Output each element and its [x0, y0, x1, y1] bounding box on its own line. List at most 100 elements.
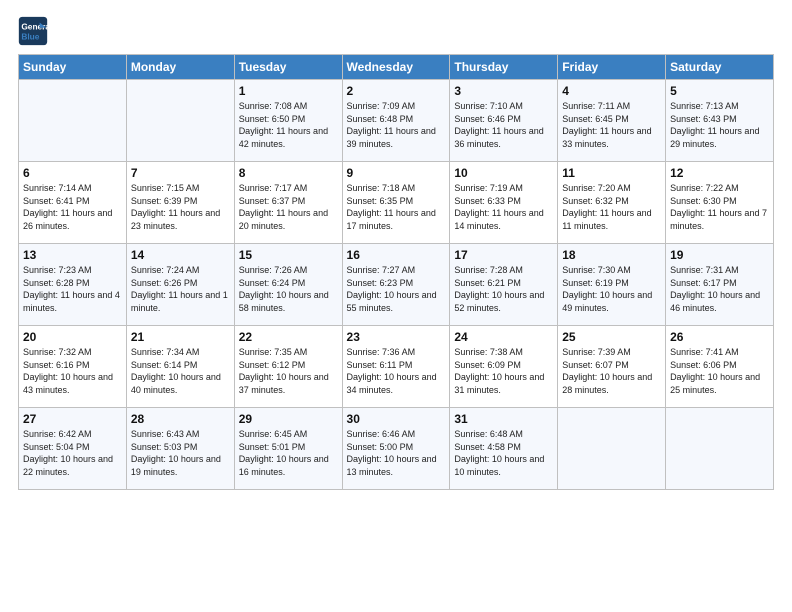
- cell-info: Sunset: 6:23 PM: [347, 277, 446, 290]
- cell-info: Sunrise: 7:34 AM: [131, 346, 230, 359]
- calendar-cell: 5Sunrise: 7:13 AMSunset: 6:43 PMDaylight…: [666, 80, 774, 162]
- cell-info: Daylight: 11 hours and 11 minutes.: [562, 207, 661, 232]
- cell-info: Sunrise: 7:10 AM: [454, 100, 553, 113]
- cell-info: Sunrise: 7:39 AM: [562, 346, 661, 359]
- cell-info: Sunrise: 6:42 AM: [23, 428, 122, 441]
- cell-info: Sunrise: 7:23 AM: [23, 264, 122, 277]
- day-number: 22: [239, 330, 338, 344]
- cell-info: Daylight: 11 hours and 36 minutes.: [454, 125, 553, 150]
- day-number: 7: [131, 166, 230, 180]
- cell-info: Sunset: 6:45 PM: [562, 113, 661, 126]
- day-number: 29: [239, 412, 338, 426]
- cell-info: Sunset: 5:00 PM: [347, 441, 446, 454]
- cell-info: Sunrise: 6:43 AM: [131, 428, 230, 441]
- calendar-cell: [126, 80, 234, 162]
- day-number: 9: [347, 166, 446, 180]
- day-number: 10: [454, 166, 553, 180]
- header: General Blue: [18, 16, 774, 46]
- cell-info: Daylight: 10 hours and 34 minutes.: [347, 371, 446, 396]
- day-header-wednesday: Wednesday: [342, 55, 450, 80]
- calendar-cell: 10Sunrise: 7:19 AMSunset: 6:33 PMDayligh…: [450, 162, 558, 244]
- cell-info: Sunset: 6:48 PM: [347, 113, 446, 126]
- cell-info: Sunset: 6:30 PM: [670, 195, 769, 208]
- cell-info: Daylight: 11 hours and 23 minutes.: [131, 207, 230, 232]
- cell-info: Daylight: 10 hours and 46 minutes.: [670, 289, 769, 314]
- cell-info: Sunset: 6:37 PM: [239, 195, 338, 208]
- day-number: 15: [239, 248, 338, 262]
- calendar-cell: 3Sunrise: 7:10 AMSunset: 6:46 PMDaylight…: [450, 80, 558, 162]
- calendar-week-3: 13Sunrise: 7:23 AMSunset: 6:28 PMDayligh…: [19, 244, 774, 326]
- cell-info: Daylight: 11 hours and 42 minutes.: [239, 125, 338, 150]
- calendar-table: SundayMondayTuesdayWednesdayThursdayFrid…: [18, 54, 774, 490]
- cell-info: Daylight: 10 hours and 40 minutes.: [131, 371, 230, 396]
- cell-info: Daylight: 11 hours and 29 minutes.: [670, 125, 769, 150]
- calendar-cell: 26Sunrise: 7:41 AMSunset: 6:06 PMDayligh…: [666, 326, 774, 408]
- calendar-cell: 1Sunrise: 7:08 AMSunset: 6:50 PMDaylight…: [234, 80, 342, 162]
- cell-info: Sunset: 6:28 PM: [23, 277, 122, 290]
- calendar-cell: 29Sunrise: 6:45 AMSunset: 5:01 PMDayligh…: [234, 408, 342, 490]
- day-number: 25: [562, 330, 661, 344]
- day-number: 19: [670, 248, 769, 262]
- calendar-header: SundayMondayTuesdayWednesdayThursdayFrid…: [19, 55, 774, 80]
- calendar-cell: 25Sunrise: 7:39 AMSunset: 6:07 PMDayligh…: [558, 326, 666, 408]
- day-number: 8: [239, 166, 338, 180]
- cell-info: Sunrise: 7:38 AM: [454, 346, 553, 359]
- calendar-cell: [666, 408, 774, 490]
- calendar-cell: 11Sunrise: 7:20 AMSunset: 6:32 PMDayligh…: [558, 162, 666, 244]
- cell-info: Daylight: 10 hours and 22 minutes.: [23, 453, 122, 478]
- cell-info: Daylight: 10 hours and 49 minutes.: [562, 289, 661, 314]
- calendar-cell: 24Sunrise: 7:38 AMSunset: 6:09 PMDayligh…: [450, 326, 558, 408]
- cell-info: Sunset: 6:35 PM: [347, 195, 446, 208]
- calendar-body: 1Sunrise: 7:08 AMSunset: 6:50 PMDaylight…: [19, 80, 774, 490]
- cell-info: Sunset: 6:24 PM: [239, 277, 338, 290]
- calendar-cell: 28Sunrise: 6:43 AMSunset: 5:03 PMDayligh…: [126, 408, 234, 490]
- day-number: 3: [454, 84, 553, 98]
- cell-info: Daylight: 10 hours and 52 minutes.: [454, 289, 553, 314]
- calendar-week-1: 1Sunrise: 7:08 AMSunset: 6:50 PMDaylight…: [19, 80, 774, 162]
- cell-info: Sunset: 6:12 PM: [239, 359, 338, 372]
- day-number: 28: [131, 412, 230, 426]
- cell-info: Sunset: 6:09 PM: [454, 359, 553, 372]
- cell-info: Daylight: 11 hours and 7 minutes.: [670, 207, 769, 232]
- cell-info: Sunrise: 7:20 AM: [562, 182, 661, 195]
- cell-info: Sunset: 6:14 PM: [131, 359, 230, 372]
- cell-info: Sunrise: 7:36 AM: [347, 346, 446, 359]
- cell-info: Sunset: 4:58 PM: [454, 441, 553, 454]
- cell-info: Sunrise: 7:30 AM: [562, 264, 661, 277]
- day-number: 2: [347, 84, 446, 98]
- calendar-cell: 16Sunrise: 7:27 AMSunset: 6:23 PMDayligh…: [342, 244, 450, 326]
- cell-info: Daylight: 11 hours and 20 minutes.: [239, 207, 338, 232]
- calendar-cell: 2 Sunrise: 7:09 AMSunset: 6:48 PMDaylight…: [342, 80, 450, 162]
- cell-info: Sunset: 6:16 PM: [23, 359, 122, 372]
- cell-info: Sunset: 6:21 PM: [454, 277, 553, 290]
- cell-info: Daylight: 10 hours and 43 minutes.: [23, 371, 122, 396]
- day-number: 20: [23, 330, 122, 344]
- cell-info: Daylight: 11 hours and 39 minutes.: [347, 125, 446, 150]
- day-number: 6: [23, 166, 122, 180]
- day-number: 27: [23, 412, 122, 426]
- day-number: 4: [562, 84, 661, 98]
- day-number: 18: [562, 248, 661, 262]
- calendar-cell: 19Sunrise: 7:31 AMSunset: 6:17 PMDayligh…: [666, 244, 774, 326]
- day-number: 5: [670, 84, 769, 98]
- cell-info: Sunrise: 7:14 AM: [23, 182, 122, 195]
- cell-info: Sunset: 6:26 PM: [131, 277, 230, 290]
- cell-info: Sunrise: 7:19 AM: [454, 182, 553, 195]
- cell-info: Daylight: 11 hours and 4 minutes.: [23, 289, 122, 314]
- cell-info: Sunset: 5:01 PM: [239, 441, 338, 454]
- cell-info: Sunset: 6:32 PM: [562, 195, 661, 208]
- cell-info: Daylight: 11 hours and 17 minutes.: [347, 207, 446, 232]
- cell-info: Sunrise: 7:15 AM: [131, 182, 230, 195]
- day-header-tuesday: Tuesday: [234, 55, 342, 80]
- cell-info: Daylight: 10 hours and 31 minutes.: [454, 371, 553, 396]
- day-header-sunday: Sunday: [19, 55, 127, 80]
- cell-info: Daylight: 10 hours and 37 minutes.: [239, 371, 338, 396]
- day-header-friday: Friday: [558, 55, 666, 80]
- cell-info: Sunrise: 7:13 AM: [670, 100, 769, 113]
- cell-info: Sunrise: 7:09 AM: [347, 100, 446, 113]
- cell-info: Sunrise: 7:41 AM: [670, 346, 769, 359]
- calendar-cell: 30Sunrise: 6:46 AMSunset: 5:00 PMDayligh…: [342, 408, 450, 490]
- cell-info: Sunrise: 7:17 AM: [239, 182, 338, 195]
- calendar-cell: [19, 80, 127, 162]
- cell-info: Sunset: 6:07 PM: [562, 359, 661, 372]
